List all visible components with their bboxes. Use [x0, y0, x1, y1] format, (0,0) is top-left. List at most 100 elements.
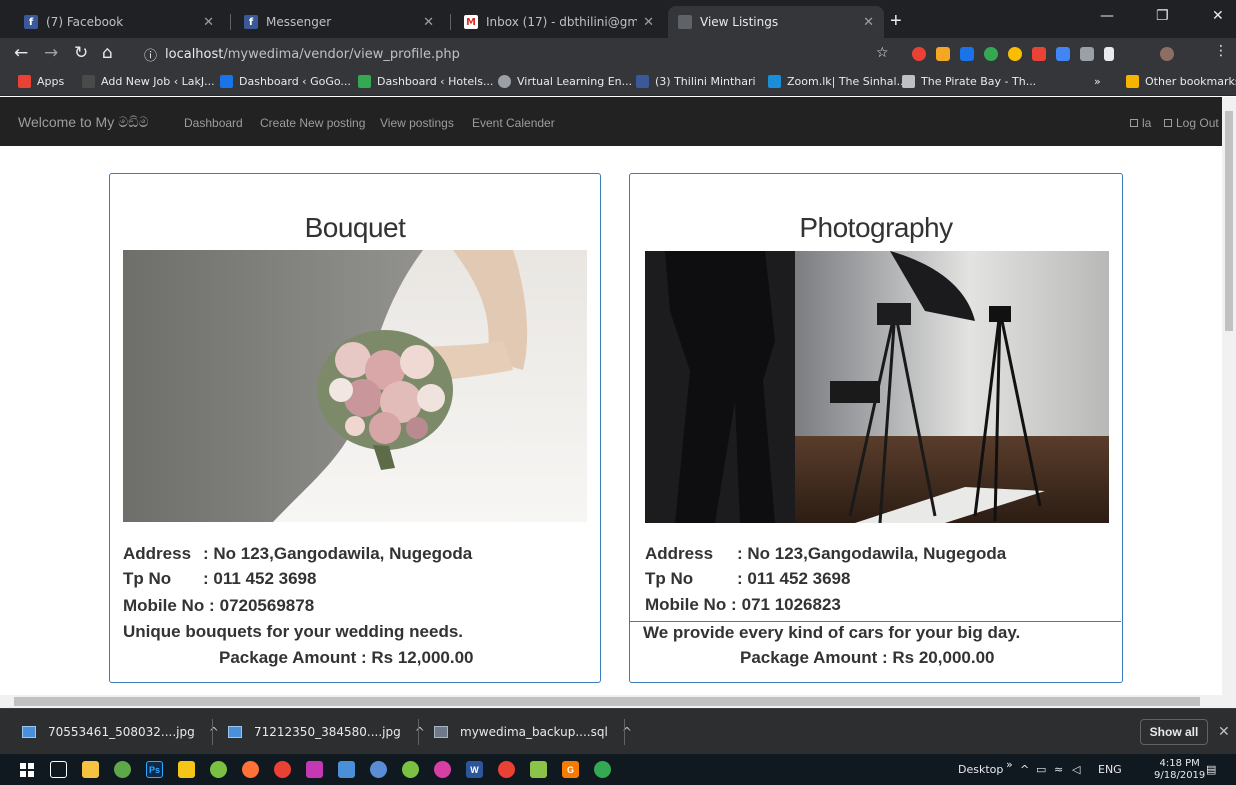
vertical-scrollbar[interactable] — [1222, 97, 1236, 695]
folder-icon — [1126, 75, 1139, 88]
scrollbar-thumb[interactable] — [14, 697, 1200, 706]
card-title: Photography — [799, 212, 953, 243]
bookmark-item[interactable]: Dashboard ‹ Hotels... — [358, 75, 493, 88]
close-icon[interactable]: ✕ — [423, 15, 434, 30]
download-icon[interactable] — [1056, 47, 1070, 61]
minimize-icon[interactable]: — — [1100, 8, 1114, 24]
window-close-icon[interactable]: ✕ — [1212, 8, 1224, 24]
nav-view-postings[interactable]: View postings — [380, 116, 454, 130]
chevron-up-icon[interactable]: ^ — [415, 725, 425, 739]
bookmark-item[interactable]: The Pirate Bay - Th... — [902, 75, 1036, 88]
hangouts-icon[interactable] — [594, 761, 611, 778]
chevron-up-icon[interactable]: ^ — [1020, 763, 1029, 776]
tab-view-listings[interactable]: View Listings ✕ — [668, 6, 884, 38]
bookmark-label: The Pirate Bay - Th... — [921, 75, 1037, 88]
url-path: /mywedima/vendor/view_profile.php — [223, 46, 460, 62]
page-content: Bouquet Address: No 123,Gangodawila, Nu… — [0, 146, 1222, 695]
task-view-icon[interactable] — [50, 761, 67, 778]
chevron-right-icon[interactable]: » — [1006, 758, 1013, 771]
scrollbar-thumb[interactable] — [1225, 111, 1233, 331]
nav-logout[interactable]: Log Out — [1164, 116, 1219, 130]
grammarly-icon[interactable] — [984, 47, 998, 61]
photoshop-icon[interactable]: Ps — [146, 761, 163, 778]
reload-icon[interactable]: ↻ — [74, 43, 88, 63]
chrome-icon[interactable] — [498, 761, 515, 778]
nav-user[interactable]: la — [1130, 116, 1151, 130]
desktop-toolbar[interactable]: Desktop — [958, 763, 1003, 776]
site-brand[interactable]: Welcome to My මඞිම — [18, 114, 149, 131]
nav-event-calender[interactable]: Event Calender — [472, 116, 555, 130]
bookmark-item[interactable]: Dashboard ‹ GoGo... — [220, 75, 351, 88]
volume-icon[interactable]: ◁ — [1072, 763, 1080, 776]
close-icon[interactable]: ✕ — [1218, 723, 1230, 740]
app-icon[interactable] — [306, 761, 323, 778]
site-navbar: Welcome to My මඞිම Dashboard Create New … — [0, 97, 1222, 146]
bookmark-item[interactable]: Zoom.lk| The Sinhal... — [768, 75, 907, 88]
close-icon[interactable]: ✕ — [203, 15, 214, 30]
home-icon[interactable]: ⌂ — [102, 43, 113, 63]
facebook-icon — [636, 75, 649, 88]
star-icon[interactable]: ☆ — [876, 45, 889, 61]
extension-icon[interactable] — [936, 47, 950, 61]
close-icon[interactable]: ✕ — [643, 15, 654, 30]
mobile-label: Mobile No : — [645, 595, 737, 614]
bookmark-item[interactable]: (3) Thilini Minthari — [636, 75, 756, 88]
system-clock[interactable]: 4:18 PM 9/18/2019 — [1154, 758, 1205, 782]
bookmark-apps[interactable]: Apps — [18, 75, 64, 88]
tp-label: Tp No — [123, 569, 172, 588]
word-icon[interactable]: W — [466, 761, 483, 778]
battery-icon[interactable]: ▭ — [1036, 763, 1046, 776]
notifications-icon[interactable]: ▤ — [1206, 763, 1216, 776]
extension-icon[interactable] — [912, 47, 926, 61]
bookmark-item[interactable]: Virtual Learning En... — [498, 75, 632, 88]
tab-gmail[interactable]: M Inbox (17) - dbthilini@gmail.com ✕ — [454, 6, 664, 38]
back-icon[interactable]: ← — [14, 43, 28, 63]
horizontal-scrollbar[interactable] — [0, 695, 1236, 708]
start-icon[interactable] — [18, 761, 35, 778]
sticky-notes-icon[interactable] — [178, 761, 195, 778]
nav-dashboard[interactable]: Dashboard — [184, 116, 243, 130]
bookmark-favicon — [768, 75, 781, 88]
profile-avatar-icon[interactable] — [1160, 47, 1174, 61]
language-indicator[interactable]: ENG — [1098, 763, 1122, 776]
file-explorer-icon[interactable] — [82, 761, 99, 778]
address-bar[interactable]: ⓘ localhost/mywedima/vendor/view_profile… — [136, 42, 896, 66]
download-item[interactable]: 71212350_384580....jpg ^ — [228, 709, 425, 755]
chevron-up-icon[interactable]: ^ — [209, 725, 219, 739]
extension-icon[interactable] — [960, 47, 974, 61]
tab-facebook[interactable]: f (7) Facebook ✕ — [14, 6, 224, 38]
bookmarks-overflow-icon[interactable]: » — [1094, 75, 1101, 88]
forward-icon[interactable]: → — [44, 43, 58, 63]
bookmarks-bar: Apps Add New Job ‹ LakJ... Dashboard ‹ G… — [0, 70, 1236, 96]
app-icon[interactable] — [338, 761, 355, 778]
wifi-icon[interactable]: ≈ — [1054, 763, 1063, 776]
info-icon[interactable]: ⓘ — [144, 45, 157, 64]
extension-icon[interactable] — [1104, 47, 1114, 61]
firefox-icon[interactable] — [242, 761, 259, 778]
app-icon[interactable] — [114, 761, 131, 778]
close-icon[interactable]: ✕ — [863, 15, 874, 30]
tab-title: (7) Facebook — [46, 15, 124, 29]
app-icon[interactable] — [434, 761, 451, 778]
app-icon[interactable] — [530, 761, 547, 778]
extension-icon[interactable] — [1032, 47, 1046, 61]
app-icon[interactable] — [370, 761, 387, 778]
download-item[interactable]: mywedima_backup....sql ^ — [434, 709, 632, 755]
new-tab-icon[interactable]: + — [890, 10, 902, 33]
app-icon[interactable] — [210, 761, 227, 778]
restore-icon[interactable]: ❐ — [1156, 8, 1169, 24]
other-bookmarks[interactable]: Other bookmarks — [1126, 75, 1236, 88]
download-item[interactable]: 70553461_508032....jpg ^ — [22, 709, 219, 755]
browser-tab-strip: f (7) Facebook ✕ f Messenger ✕ M Inbox (… — [0, 0, 1236, 38]
nav-create-new-posting[interactable]: Create New posting — [260, 116, 365, 130]
app-icon[interactable] — [402, 761, 419, 778]
show-all-button[interactable]: Show all — [1140, 719, 1208, 745]
menu-kebab-icon[interactable]: ⋮ — [1214, 43, 1228, 59]
extension-icon[interactable] — [1080, 47, 1094, 61]
tab-messenger[interactable]: f Messenger ✕ — [234, 6, 444, 38]
chrome-icon[interactable] — [274, 761, 291, 778]
address-value: : No 123,Gangodawila, Nugegoda — [737, 544, 1007, 563]
extension-icon[interactable] — [1008, 47, 1022, 61]
app-icon[interactable]: G — [562, 761, 579, 778]
bookmark-item[interactable]: Add New Job ‹ LakJ... — [82, 75, 215, 88]
